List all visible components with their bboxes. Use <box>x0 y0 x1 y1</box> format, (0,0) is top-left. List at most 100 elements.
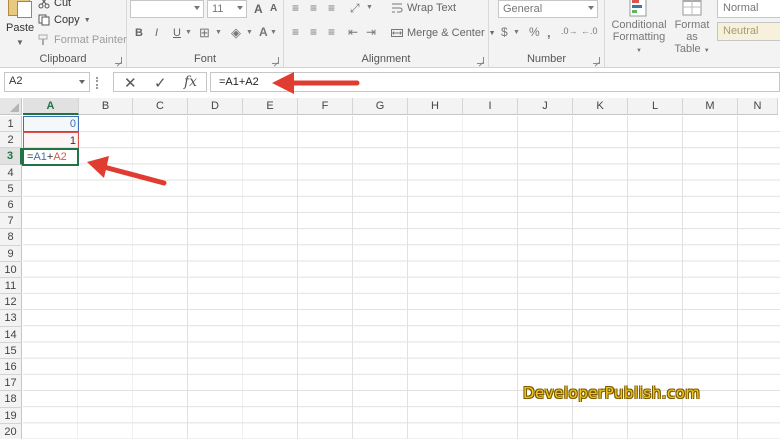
conditional-formatting-label-2: Formatting <box>612 31 666 43</box>
chevron-down-icon <box>588 6 594 10</box>
column-header-m[interactable]: M <box>683 98 738 115</box>
shrink-font-button[interactable]: A <box>270 3 277 14</box>
percent-icon[interactable]: % <box>529 25 540 39</box>
decrease-indent-icon[interactable]: ⇤ <box>348 25 358 39</box>
row-header-14[interactable]: 14 <box>0 326 22 343</box>
row-header-17[interactable]: 17 <box>0 375 22 392</box>
splitter-handle[interactable] <box>96 77 99 89</box>
chevron-down-icon[interactable]: ▼ <box>215 29 222 36</box>
copy-button[interactable]: Copy ▼ <box>38 14 91 26</box>
column-header-n[interactable]: N <box>738 98 778 115</box>
chevron-down-icon <box>194 6 200 10</box>
conditional-formatting-button[interactable]: Conditional Formatting ▼ <box>610 0 668 54</box>
chevron-down-icon[interactable]: ▼ <box>270 29 277 36</box>
cancel-icon[interactable]: ✕ <box>124 74 137 92</box>
row-header-19[interactable]: 19 <box>0 407 22 424</box>
italic-button[interactable]: I <box>155 27 158 39</box>
copy-icon <box>38 14 50 26</box>
row-header-1[interactable]: 1 <box>0 116 22 133</box>
column-header-i[interactable]: I <box>463 98 518 115</box>
column-header-d[interactable]: D <box>188 98 243 115</box>
cell-a1[interactable]: 0 <box>23 116 79 132</box>
column-header-g[interactable]: G <box>353 98 408 115</box>
chevron-down-icon[interactable]: ▼ <box>84 17 91 24</box>
row-header-18[interactable]: 18 <box>0 391 22 408</box>
column-header-l[interactable]: L <box>628 98 683 115</box>
row-header-9[interactable]: 9 <box>0 245 22 262</box>
row-header-3[interactable]: 3 <box>0 148 22 165</box>
borders-icon[interactable]: ⊞ <box>199 25 210 41</box>
number-format-combo[interactable]: General <box>498 0 598 18</box>
cut-button[interactable]: Cut <box>38 0 71 9</box>
column-header-c[interactable]: C <box>133 98 188 115</box>
wrap-text-button[interactable]: Wrap Text <box>391 2 456 14</box>
enter-icon[interactable]: ✓ <box>154 74 167 92</box>
font-name-combo[interactable] <box>130 0 204 18</box>
dialog-launcher-icon[interactable] <box>477 57 484 64</box>
column-header-a[interactable]: A <box>23 98 79 115</box>
align-top-icon[interactable]: ≡ <box>292 1 299 15</box>
format-painter-button[interactable]: Format Painter <box>38 34 127 46</box>
format-as-table-label-1: Format as <box>674 19 710 43</box>
row-header-20[interactable]: 20 <box>0 423 22 439</box>
decrease-decimal-icon[interactable]: ←.0 <box>581 26 598 36</box>
name-box[interactable]: A2 <box>4 72 90 92</box>
row-header-7[interactable]: 7 <box>0 213 22 230</box>
underline-button[interactable]: U <box>173 27 181 39</box>
column-header-e[interactable]: E <box>243 98 298 115</box>
align-bottom-icon[interactable]: ≡ <box>328 1 335 15</box>
chevron-down-icon[interactable]: ▼ <box>185 29 192 36</box>
grow-font-button[interactable]: A <box>254 2 263 16</box>
font-color-icon[interactable]: A <box>259 25 268 39</box>
row-header-16[interactable]: 16 <box>0 359 22 376</box>
column-header-h[interactable]: H <box>408 98 463 115</box>
row-header-6[interactable]: 6 <box>0 197 22 214</box>
conditional-formatting-icon <box>629 0 647 17</box>
insert-function-button[interactable]: fx <box>184 74 197 90</box>
paste-button[interactable]: Paste ▼ <box>2 0 36 56</box>
align-right-icon[interactable]: ≡ <box>328 25 335 39</box>
format-as-table-button[interactable]: Format as Table ▼ <box>669 0 715 55</box>
chevron-down-icon[interactable]: ▼ <box>513 29 520 36</box>
dialog-launcher-icon[interactable] <box>115 57 122 64</box>
bold-button[interactable]: B <box>135 27 143 39</box>
chevron-down-icon[interactable] <box>79 80 85 84</box>
row-header-11[interactable]: 11 <box>0 278 22 295</box>
cell-a2[interactable]: 1 <box>23 133 79 149</box>
row-header-15[interactable]: 15 <box>0 342 22 359</box>
column-header-f[interactable]: F <box>298 98 353 115</box>
style-normal[interactable]: Normal <box>717 0 780 18</box>
dialog-launcher-icon[interactable] <box>272 57 279 64</box>
orientation-icon[interactable]: ⤢ <box>350 1 360 16</box>
chevron-down-icon[interactable]: ▼ <box>366 4 373 11</box>
number-format-value: General <box>503 3 543 15</box>
row-header-13[interactable]: 13 <box>0 310 22 327</box>
chevron-down-icon[interactable]: ▼ <box>16 38 24 47</box>
dialog-launcher-icon[interactable] <box>593 57 600 64</box>
accounting-format-icon[interactable]: $ <box>501 25 508 39</box>
style-neutral[interactable]: Neutral <box>717 22 780 41</box>
column-header-b[interactable]: B <box>79 98 133 115</box>
merge-center-button[interactable]: Merge & Center ▼ <box>391 27 496 39</box>
select-all-button[interactable] <box>0 98 22 115</box>
cell-a3[interactable]: =A1+A2 <box>22 148 79 166</box>
comma-style-icon[interactable]: , <box>547 25 551 40</box>
align-middle-icon[interactable]: ≡ <box>310 1 317 15</box>
row-header-10[interactable]: 10 <box>0 261 22 278</box>
increase-indent-icon[interactable]: ⇥ <box>366 25 376 39</box>
font-size-combo[interactable]: 11 <box>207 0 247 18</box>
formula-input[interactable]: =A1+A2 <box>210 72 780 92</box>
row-header-12[interactable]: 12 <box>0 294 22 311</box>
increase-decimal-icon[interactable]: .0→ <box>561 26 578 36</box>
row-header-4[interactable]: 4 <box>0 164 22 181</box>
chevron-down-icon[interactable]: ▼ <box>246 29 253 36</box>
align-left-icon[interactable]: ≡ <box>292 25 299 39</box>
column-header-k[interactable]: K <box>573 98 628 115</box>
row-header-5[interactable]: 5 <box>0 180 22 197</box>
clipboard-group: Paste ▼ Cut Copy ▼ Format Painter Clipbo… <box>0 0 127 67</box>
row-header-2[interactable]: 2 <box>0 132 22 149</box>
align-center-icon[interactable]: ≡ <box>310 25 317 39</box>
column-header-j[interactable]: J <box>518 98 573 115</box>
row-header-8[interactable]: 8 <box>0 229 22 246</box>
fill-color-icon[interactable]: ◈ <box>231 25 241 41</box>
